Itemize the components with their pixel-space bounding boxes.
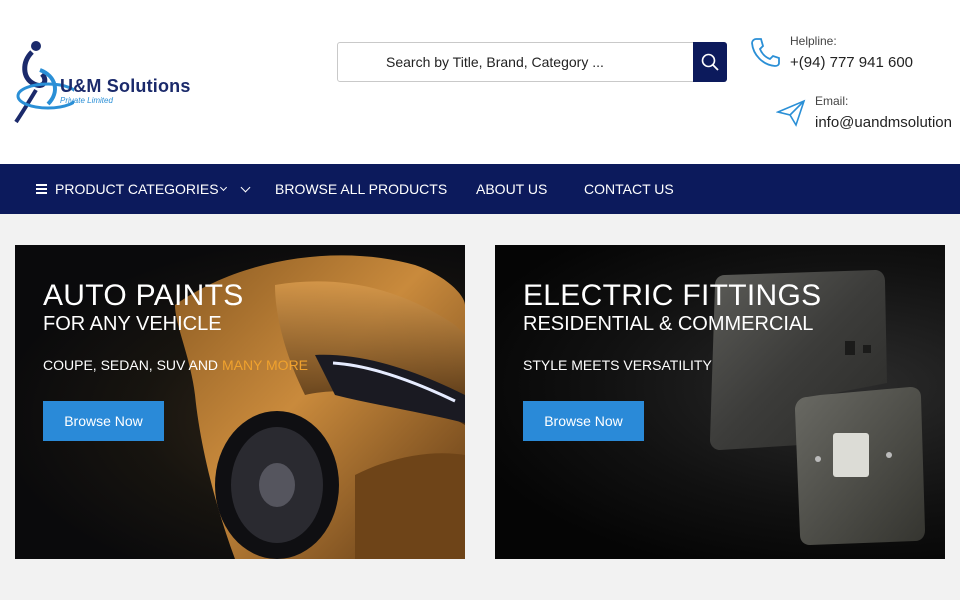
browse-now-button[interactable]: Browse Now — [523, 401, 644, 441]
search-button[interactable] — [693, 42, 727, 82]
email-label: Email: — [815, 94, 849, 108]
search-bar — [337, 42, 727, 82]
helpline-label: Helpline: — [790, 34, 837, 48]
helpline-number[interactable]: +(94) 777 941 600 — [790, 54, 913, 71]
banner-tagline-highlight: MANY MORE — [221, 357, 309, 373]
banner-title: AUTO PAINTS — [43, 279, 244, 312]
email-contact[interactable]: Email: info@uandmsolution — [776, 90, 960, 135]
electric-fittings-banner[interactable]: ELECTRIC FITTINGS RESIDENTIAL & COMMERCI… — [495, 245, 945, 559]
brand-logo[interactable]: U&M Solutions Private Limited — [14, 40, 224, 126]
helpline-contact[interactable]: Helpline: +(94) 777 941 600 — [750, 30, 950, 75]
search-icon — [701, 53, 719, 71]
auto-paints-banner[interactable]: AUTO PAINTS FOR ANY VEHICLE COUPE, SEDAN… — [15, 245, 465, 559]
banner-tagline: COUPE, SEDAN, SUV AND MANY MORE — [43, 357, 308, 373]
nav-contact-us[interactable]: CONTACT US — [584, 164, 674, 214]
nav-product-categories[interactable]: PRODUCT CATEGORIES — [36, 164, 251, 214]
banner-title: ELECTRIC FITTINGS — [523, 279, 822, 312]
browse-now-button[interactable]: Browse Now — [43, 401, 164, 441]
chevron-down-icon — [219, 183, 227, 191]
nav-about-us[interactable]: ABOUT US — [476, 164, 547, 214]
main-nav: PRODUCT CATEGORIES BROWSE ALL PRODUCTS A… — [0, 164, 960, 214]
email-address[interactable]: info@uandmsolution — [815, 114, 952, 131]
banner-tagline: STYLE MEETS VERSATILITY — [523, 357, 712, 373]
site-header: U&M Solutions Private Limited Helpline: … — [0, 0, 960, 164]
nav-categories-label: PRODUCT CATEGORIES — [55, 181, 219, 197]
banner-subtitle: RESIDENTIAL & COMMERCIAL — [523, 313, 814, 335]
search-input[interactable] — [339, 44, 693, 80]
brand-subtitle: Private Limited — [60, 96, 113, 105]
banner-subtitle: FOR ANY VEHICLE — [43, 313, 222, 335]
brand-name: U&M Solutions — [60, 76, 191, 96]
menu-icon — [36, 182, 47, 196]
paper-plane-icon — [776, 99, 806, 127]
chevron-down-icon — [240, 182, 251, 192]
banner-tagline-text: COUPE, SEDAN, SUV AND — [43, 357, 222, 373]
nav-browse-all-products[interactable]: BROWSE ALL PRODUCTS — [275, 164, 447, 214]
phone-icon — [751, 38, 780, 67]
